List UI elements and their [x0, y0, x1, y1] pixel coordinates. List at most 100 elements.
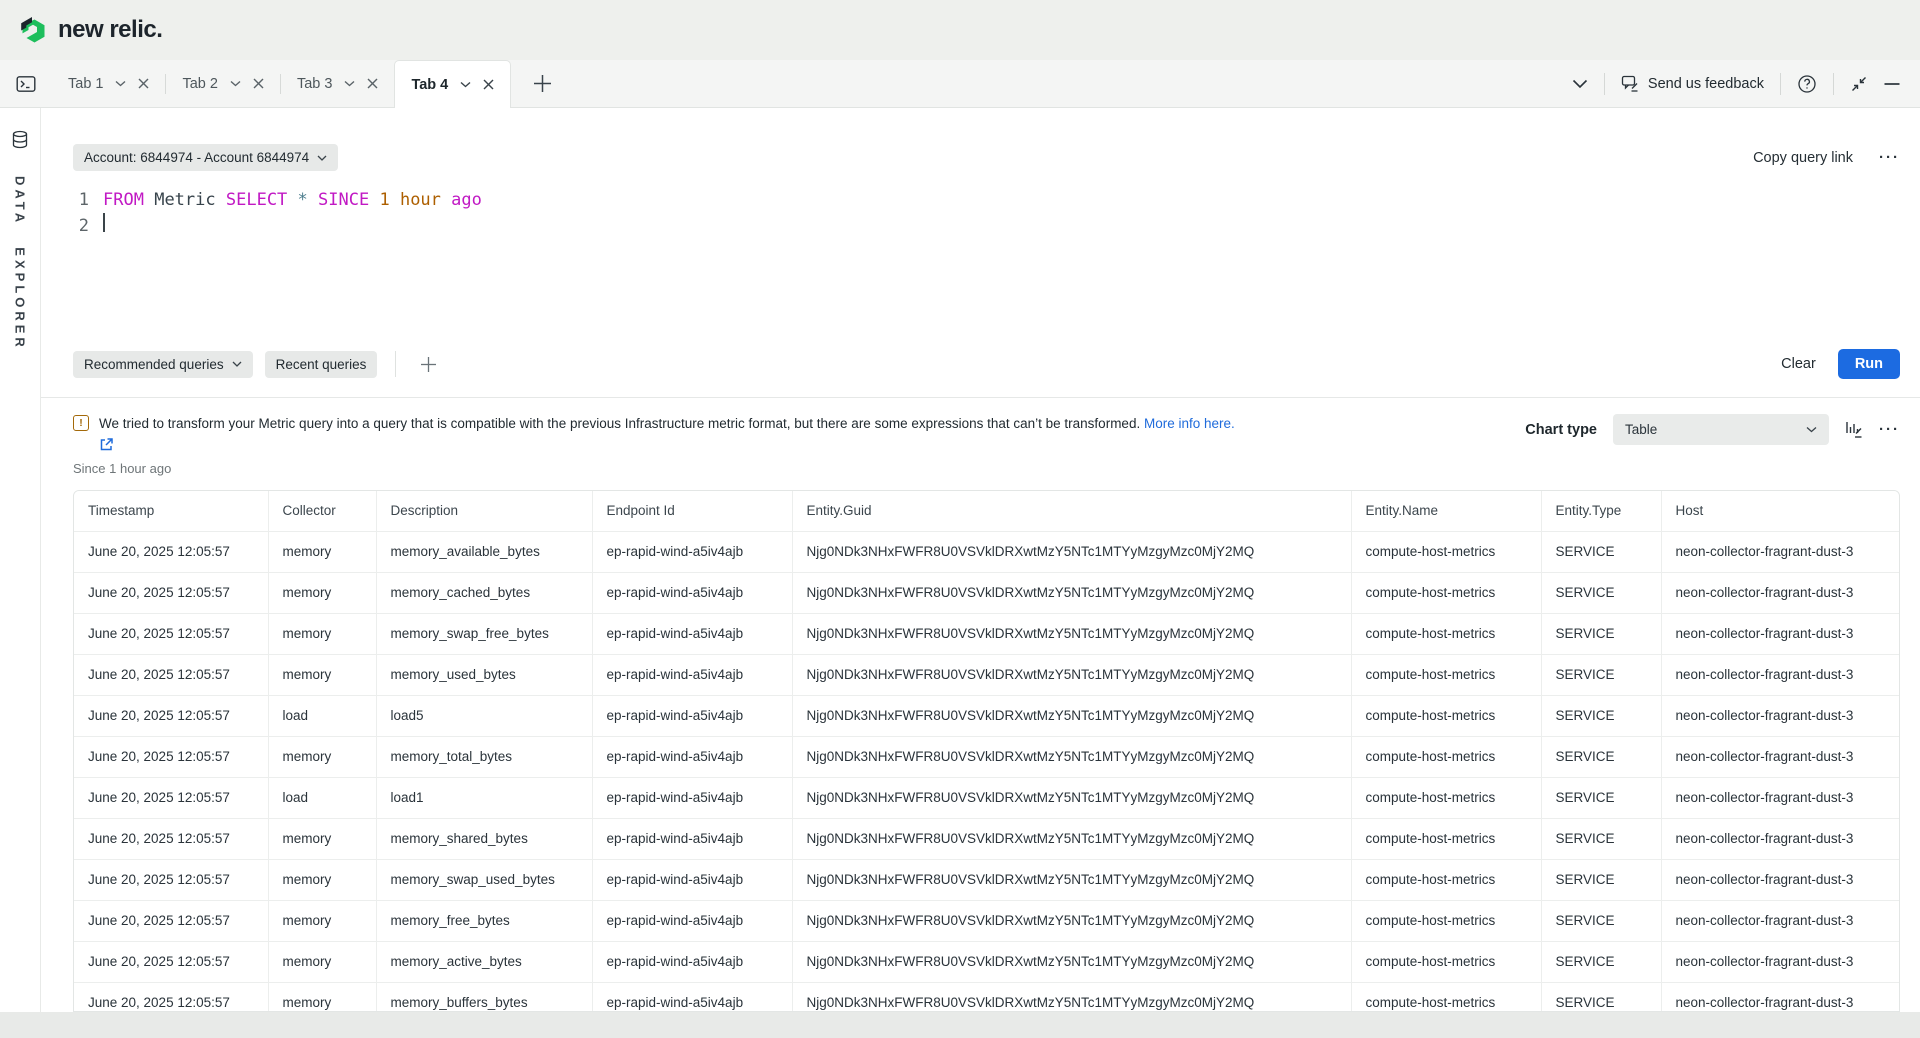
token-from: FROM [103, 190, 144, 210]
column-header[interactable]: Entity.Type [1541, 491, 1661, 532]
column-header[interactable]: Collector [268, 491, 376, 532]
table-row: June 20, 2025 12:05:57memorymemory_cache… [74, 573, 1900, 614]
tab-label: Tab 3 [297, 76, 332, 92]
table-cell: load [268, 696, 376, 737]
tab-label: Tab 2 [182, 76, 217, 92]
table-cell: June 20, 2025 12:05:57 [74, 696, 268, 737]
table-cell: June 20, 2025 12:05:57 [74, 737, 268, 778]
send-feedback-button[interactable]: Send us feedback [1621, 74, 1764, 93]
column-header[interactable]: Description [376, 491, 592, 532]
table-cell: neon-collector-fragrant-dust-3 [1661, 655, 1900, 696]
table-cell: load5 [376, 696, 592, 737]
table-cell: memory_total_bytes [376, 737, 592, 778]
add-tab-button[interactable] [511, 60, 574, 107]
close-icon[interactable] [483, 79, 494, 90]
table-cell: SERVICE [1541, 819, 1661, 860]
chart-type-select[interactable]: Table [1613, 414, 1829, 445]
table-cell: ep-rapid-wind-a5iv4ajb [592, 983, 792, 1013]
table-cell: neon-collector-fragrant-dust-3 [1661, 983, 1900, 1013]
divider [1833, 73, 1834, 95]
table-cell: compute-host-metrics [1351, 860, 1541, 901]
column-header[interactable]: Endpoint Id [592, 491, 792, 532]
table-cell: load [268, 778, 376, 819]
more-info-link[interactable]: More info here. [1144, 416, 1235, 431]
table-cell: SERVICE [1541, 737, 1661, 778]
time-range-label: Since 1 hour ago [73, 461, 1501, 476]
table-cell: neon-collector-fragrant-dust-3 [1661, 737, 1900, 778]
new-relic-wordmark: new relic. [58, 16, 162, 44]
recent-queries-button[interactable]: Recent queries [265, 351, 378, 378]
table-cell: Njg0NDk3NHxFWFR8U0VSVklDRXwtMzY5NTc1MTYy… [792, 860, 1351, 901]
close-icon[interactable] [138, 78, 149, 89]
column-header[interactable]: Entity.Guid [792, 491, 1351, 532]
page: new relic. Tab 1 Tab 2 Tab 3 [0, 0, 1920, 1038]
add-query-button[interactable] [414, 356, 443, 373]
table-row: June 20, 2025 12:05:57memorymemory_buffe… [74, 983, 1900, 1013]
table-cell: ep-rapid-wind-a5iv4ajb [592, 819, 792, 860]
run-button[interactable]: Run [1838, 349, 1900, 379]
close-icon[interactable] [367, 78, 378, 89]
more-options-icon[interactable]: ··· [1879, 149, 1900, 166]
collapse-window-icon[interactable] [1850, 75, 1868, 93]
query-console-button[interactable] [0, 60, 52, 107]
tab-1[interactable]: Tab 1 [52, 60, 165, 107]
chevron-down-icon[interactable] [230, 80, 241, 87]
table-cell: compute-host-metrics [1351, 983, 1541, 1013]
plus-icon [420, 356, 437, 373]
chevron-down-icon[interactable] [115, 80, 126, 87]
chart-edit-icon[interactable] [1845, 420, 1863, 439]
chart-type-value: Table [1625, 422, 1657, 437]
collapse-panel-chevron-icon[interactable] [1572, 79, 1588, 89]
database-icon[interactable] [11, 130, 29, 150]
account-selector[interactable]: Account: 6844974 - Account 6844974 [73, 144, 338, 171]
table-cell: compute-host-metrics [1351, 614, 1541, 655]
query-code: FROM Metric SELECT * SINCE 1 hour ago [103, 187, 482, 213]
code-line-1: 1 FROM Metric SELECT * SINCE 1 hour ago [73, 187, 1920, 213]
results-table-container: TimestampCollectorDescriptionEndpoint Id… [73, 490, 1900, 1012]
tab-2[interactable]: Tab 2 [166, 60, 279, 107]
chevron-down-icon[interactable] [344, 80, 355, 87]
chart-type-label: Chart type [1525, 422, 1597, 438]
tab-label: Tab 4 [411, 77, 448, 93]
table-cell: SERVICE [1541, 614, 1661, 655]
table-cell: neon-collector-fragrant-dust-3 [1661, 778, 1900, 819]
table-cell: SERVICE [1541, 942, 1661, 983]
column-header[interactable]: Entity.Name [1351, 491, 1541, 532]
table-cell: Njg0NDk3NHxFWFR8U0VSVklDRXwtMzY5NTc1MTYy… [792, 532, 1351, 573]
table-cell: ep-rapid-wind-a5iv4ajb [592, 614, 792, 655]
table-cell: ep-rapid-wind-a5iv4ajb [592, 532, 792, 573]
minimize-icon[interactable] [1884, 82, 1900, 86]
recommended-queries-button[interactable]: Recommended queries [73, 351, 253, 378]
copy-query-link-button[interactable]: Copy query link [1753, 150, 1853, 166]
table-cell: ep-rapid-wind-a5iv4ajb [592, 737, 792, 778]
data-explorer-title: DATA EXPLORER [13, 176, 28, 351]
close-icon[interactable] [253, 78, 264, 89]
table-cell: memory_free_bytes [376, 901, 592, 942]
table-cell: Njg0NDk3NHxFWFR8U0VSVklDRXwtMzY5NTc1MTYy… [792, 819, 1351, 860]
chart-controls: Chart type Table [1525, 414, 1900, 445]
tab-3[interactable]: Tab 3 [281, 60, 394, 107]
tab-4-active[interactable]: Tab 4 [394, 60, 511, 108]
table-cell: memory_cached_bytes [376, 573, 592, 614]
external-link-icon[interactable] [99, 437, 1235, 453]
table-cell: June 20, 2025 12:05:57 [74, 860, 268, 901]
table-cell: memory [268, 737, 376, 778]
chevron-down-icon[interactable] [460, 81, 471, 88]
table-cell: memory_shared_bytes [376, 819, 592, 860]
table-cell: memory [268, 573, 376, 614]
column-header[interactable]: Timestamp [74, 491, 268, 532]
more-options-icon[interactable]: ··· [1879, 421, 1900, 438]
column-header[interactable]: Host [1661, 491, 1900, 532]
table-cell: ep-rapid-wind-a5iv4ajb [592, 696, 792, 737]
tab-label: Tab 1 [68, 76, 103, 92]
table-cell: June 20, 2025 12:05:57 [74, 901, 268, 942]
token-since: SINCE [318, 190, 369, 210]
table-header-row: TimestampCollectorDescriptionEndpoint Id… [74, 491, 1900, 532]
table-row: June 20, 2025 12:05:57memorymemory_activ… [74, 942, 1900, 983]
help-icon[interactable] [1797, 74, 1817, 94]
token-star: * [298, 190, 308, 210]
clear-button[interactable]: Clear [1781, 356, 1816, 372]
query-editor[interactable]: 1 FROM Metric SELECT * SINCE 1 hour ago … [73, 187, 1920, 349]
table-cell: Njg0NDk3NHxFWFR8U0VSVklDRXwtMzY5NTc1MTYy… [792, 655, 1351, 696]
table-row: June 20, 2025 12:05:57memorymemory_free_… [74, 901, 1900, 942]
